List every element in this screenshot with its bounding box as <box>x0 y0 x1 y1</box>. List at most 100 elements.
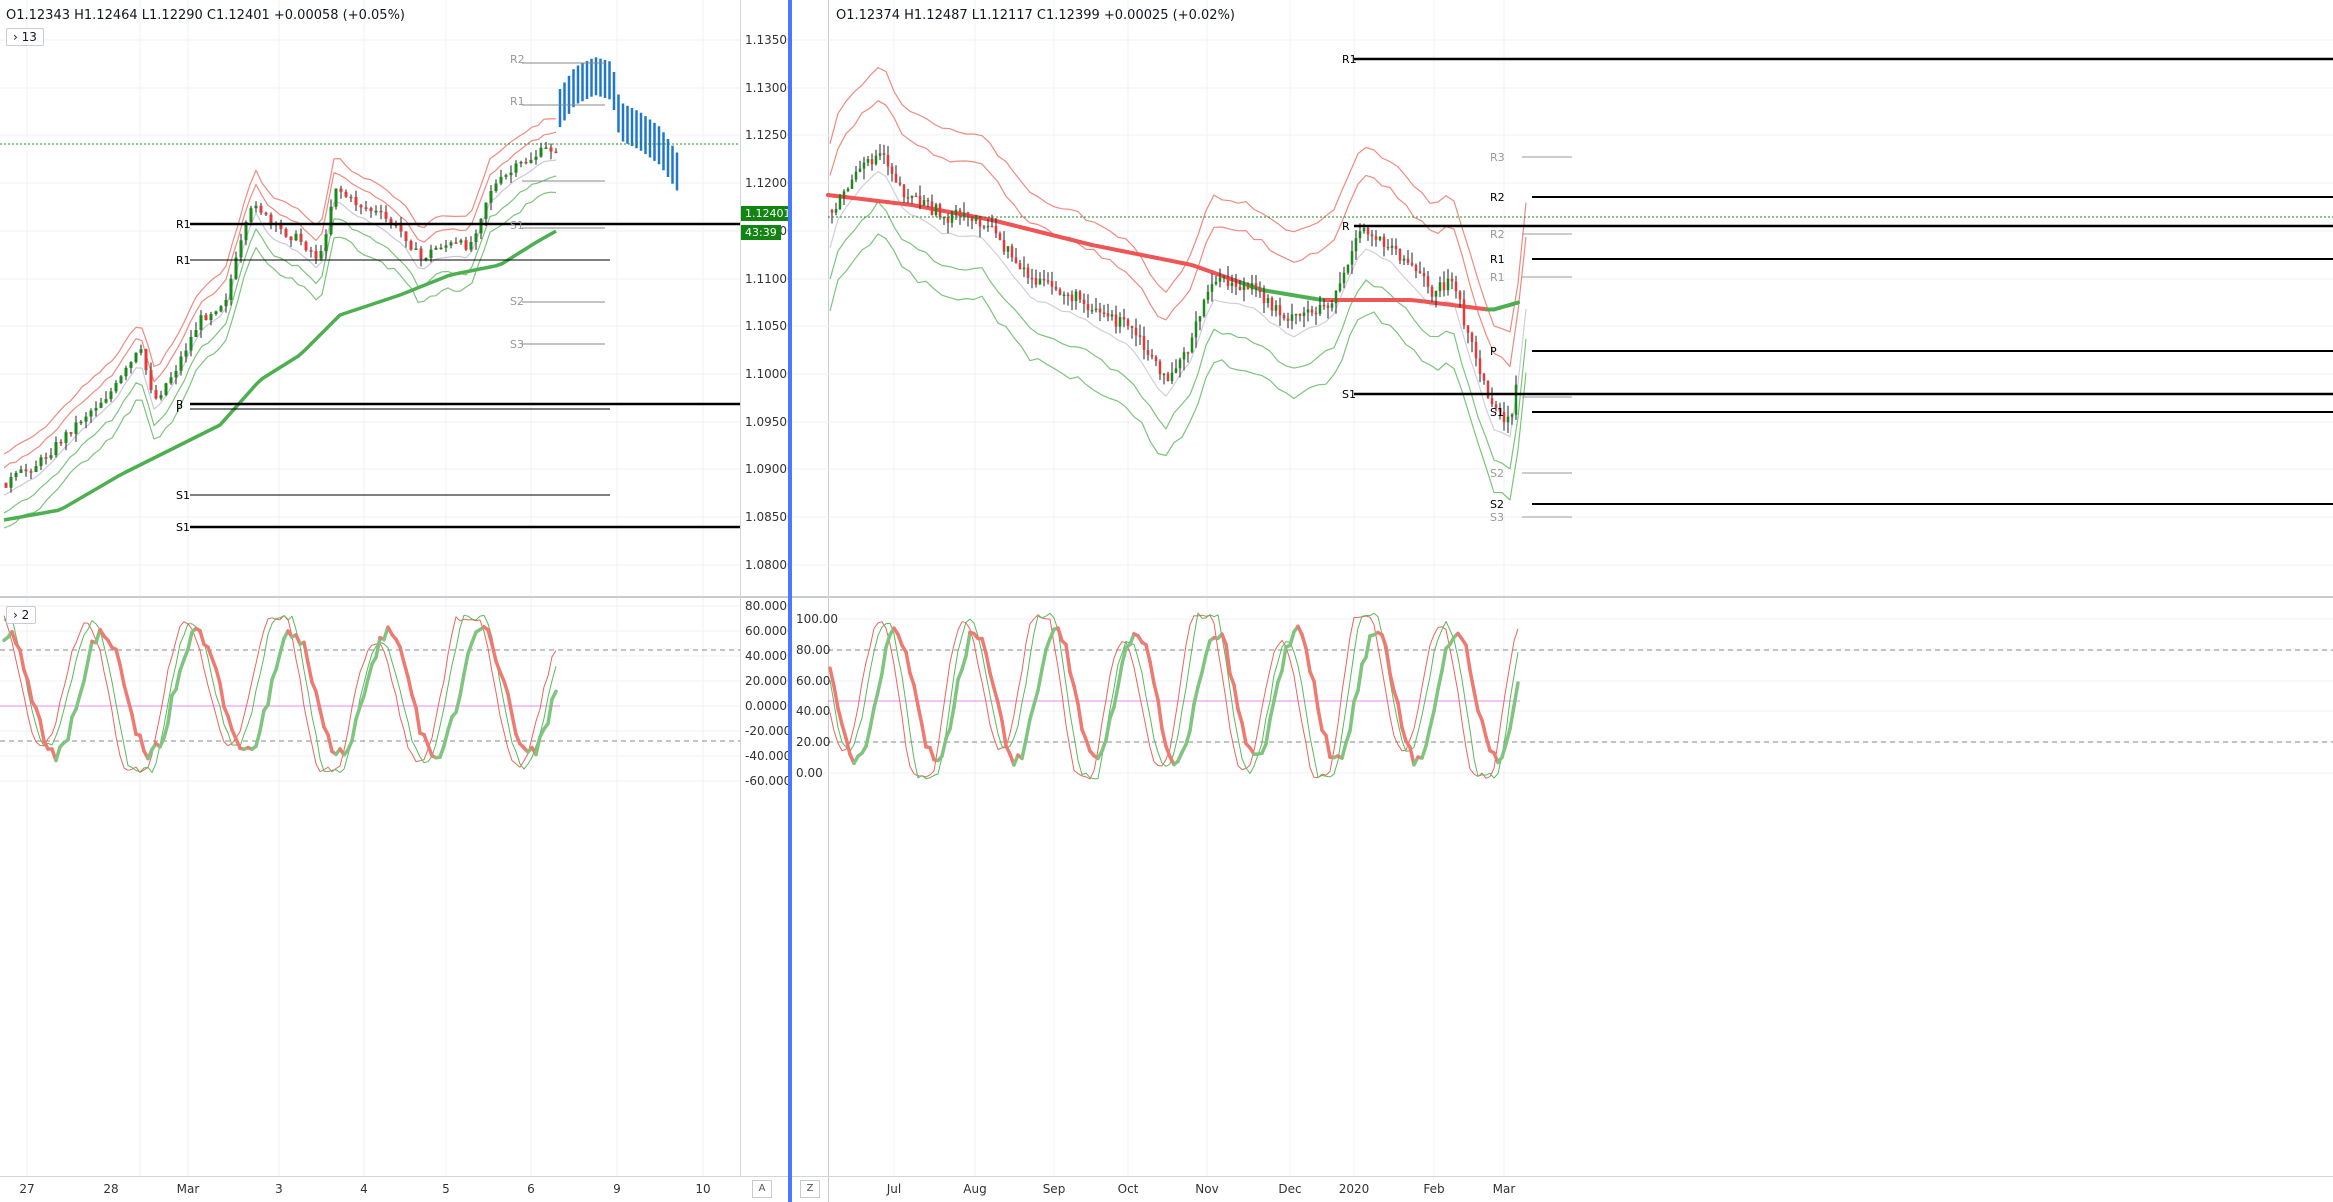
pivot-label: S2 <box>1490 498 1504 511</box>
pivot-label: R1 <box>1490 271 1505 284</box>
osc-smoothed-line <box>446 715 454 732</box>
auto-scale-button[interactable]: A <box>752 1180 772 1198</box>
osc-smoothed-line <box>466 640 474 656</box>
left-indicator-toggle[interactable]: › 13 <box>6 28 44 46</box>
candle-body <box>69 432 73 434</box>
osc-smoothed-line <box>1192 685 1200 706</box>
osc-smoothed-line <box>1024 717 1032 742</box>
right-oscillator-chart[interactable] <box>792 598 2333 1176</box>
pivot-label: R1 <box>176 218 191 231</box>
candle-body <box>39 457 43 467</box>
time-axis-label: Mar <box>1492 1182 1516 1196</box>
candle-body <box>894 173 898 183</box>
time-axis-label: 9 <box>613 1182 621 1196</box>
candle-body <box>1138 335 1142 337</box>
candle-body <box>419 248 423 259</box>
candle-body <box>1370 234 1374 237</box>
osc-smoothed-line <box>844 736 852 757</box>
candle-body <box>1462 299 1466 326</box>
candle-body <box>169 377 173 384</box>
candle-body <box>1326 305 1330 308</box>
candle-body <box>499 176 503 184</box>
osc-smoothed-line <box>1232 683 1240 711</box>
candle-body <box>294 233 298 241</box>
osc-smoothed-line <box>884 632 892 650</box>
osc-smoothed-line <box>1400 726 1408 743</box>
osc-smoothed-line <box>1112 684 1120 709</box>
osc-smoothed-line <box>984 651 992 675</box>
candle-body <box>139 349 143 353</box>
right-chart-pane[interactable]: R1 R3 R2 R R2 R1 R1 P S1 S1 S2 S2 S3 O1.12374 H1.124… <box>792 0 2333 1202</box>
candle-body <box>1382 236 1386 247</box>
candle-body <box>154 390 158 399</box>
candle-body <box>539 147 543 157</box>
right-time-axis[interactable] <box>792 1176 2333 1202</box>
left-oscillator-chart[interactable] <box>0 598 740 1176</box>
osc-smoothed-line <box>1468 668 1476 693</box>
pivot-label: R2 <box>1490 191 1505 204</box>
time-axis-label: 3 <box>275 1182 283 1196</box>
osc-smoothed-line <box>82 659 90 683</box>
candle-body <box>1074 291 1078 302</box>
candle-body <box>882 153 886 156</box>
candle-body <box>1126 319 1130 326</box>
time-axis-label: Mar <box>176 1182 200 1196</box>
candle-body <box>429 249 433 259</box>
candle-body <box>414 248 418 250</box>
candle-body <box>1442 282 1446 291</box>
candle-body <box>159 395 163 399</box>
osc-smoothed-line <box>350 717 358 743</box>
candle-body <box>174 370 178 378</box>
candle-body <box>1142 336 1146 350</box>
osc-smoothed-line <box>948 704 956 731</box>
osc-smoothed-line <box>1040 647 1048 672</box>
osc-smoothed-line <box>226 714 234 732</box>
pivot-label: S2 <box>510 295 524 308</box>
osc-smoothed-line <box>302 640 310 665</box>
timezone-button[interactable]: Z <box>800 1180 820 1198</box>
osc-smoothed-line <box>178 657 186 673</box>
osc-smoothed-line <box>1288 630 1296 648</box>
pivot-label: S1 <box>176 521 190 534</box>
osc-tick-label: 80.000000 <box>745 599 788 613</box>
candle-body <box>1486 380 1490 399</box>
candle-body <box>1202 299 1206 317</box>
time-axis-label: Feb <box>1423 1182 1445 1196</box>
candle-body <box>1378 236 1382 240</box>
osc-smoothed-line <box>996 700 1004 723</box>
candle-body <box>998 233 1002 241</box>
time-axis-label: Nov <box>1195 1182 1219 1196</box>
candle-body <box>1306 309 1310 313</box>
candle-body <box>1330 303 1334 308</box>
left-chart-pane[interactable]: R2 R1 S1 S2 S3 R1 R1 P P S1 S1 O1.12343 H1.12464 L… <box>0 0 788 1202</box>
candle-body <box>1282 315 1286 319</box>
last-price-tag: 1.12401 <box>741 206 788 221</box>
candle-body <box>1310 309 1314 313</box>
candle-body <box>304 241 308 251</box>
candle-body <box>866 159 870 163</box>
osc-smoothed-line <box>218 681 226 709</box>
osc-smoothed-line <box>1276 668 1284 684</box>
candle-body <box>179 356 183 371</box>
candle-body <box>299 233 303 242</box>
right-price-chart[interactable]: R1R3R2RR2R1R1PS1S1S2S2S3 <box>792 0 2333 596</box>
price-tick-label: 1.09000 <box>745 462 788 476</box>
candle-body <box>404 231 408 241</box>
left-osc-toggle[interactable]: › 2 <box>6 606 37 624</box>
candle-body <box>124 367 128 377</box>
candle-body <box>1022 267 1026 270</box>
candle-body <box>359 205 363 208</box>
osc-smoothed-line <box>550 689 558 702</box>
left-price-chart[interactable]: R2R1S1S2S3R1R1PPS1S1 <box>0 0 740 596</box>
candle-body <box>1122 317 1126 320</box>
price-tick-label: 1.12000 <box>745 176 788 190</box>
candle-body <box>1322 304 1326 307</box>
osc-smoothed-line <box>438 744 446 759</box>
osc-smoothed-line <box>174 668 182 692</box>
candle-body <box>1302 312 1306 316</box>
candle-body <box>1514 384 1518 415</box>
candle-body <box>1466 325 1470 333</box>
candle-body <box>409 240 413 250</box>
candle-body <box>29 471 33 473</box>
candle-body <box>319 250 323 259</box>
